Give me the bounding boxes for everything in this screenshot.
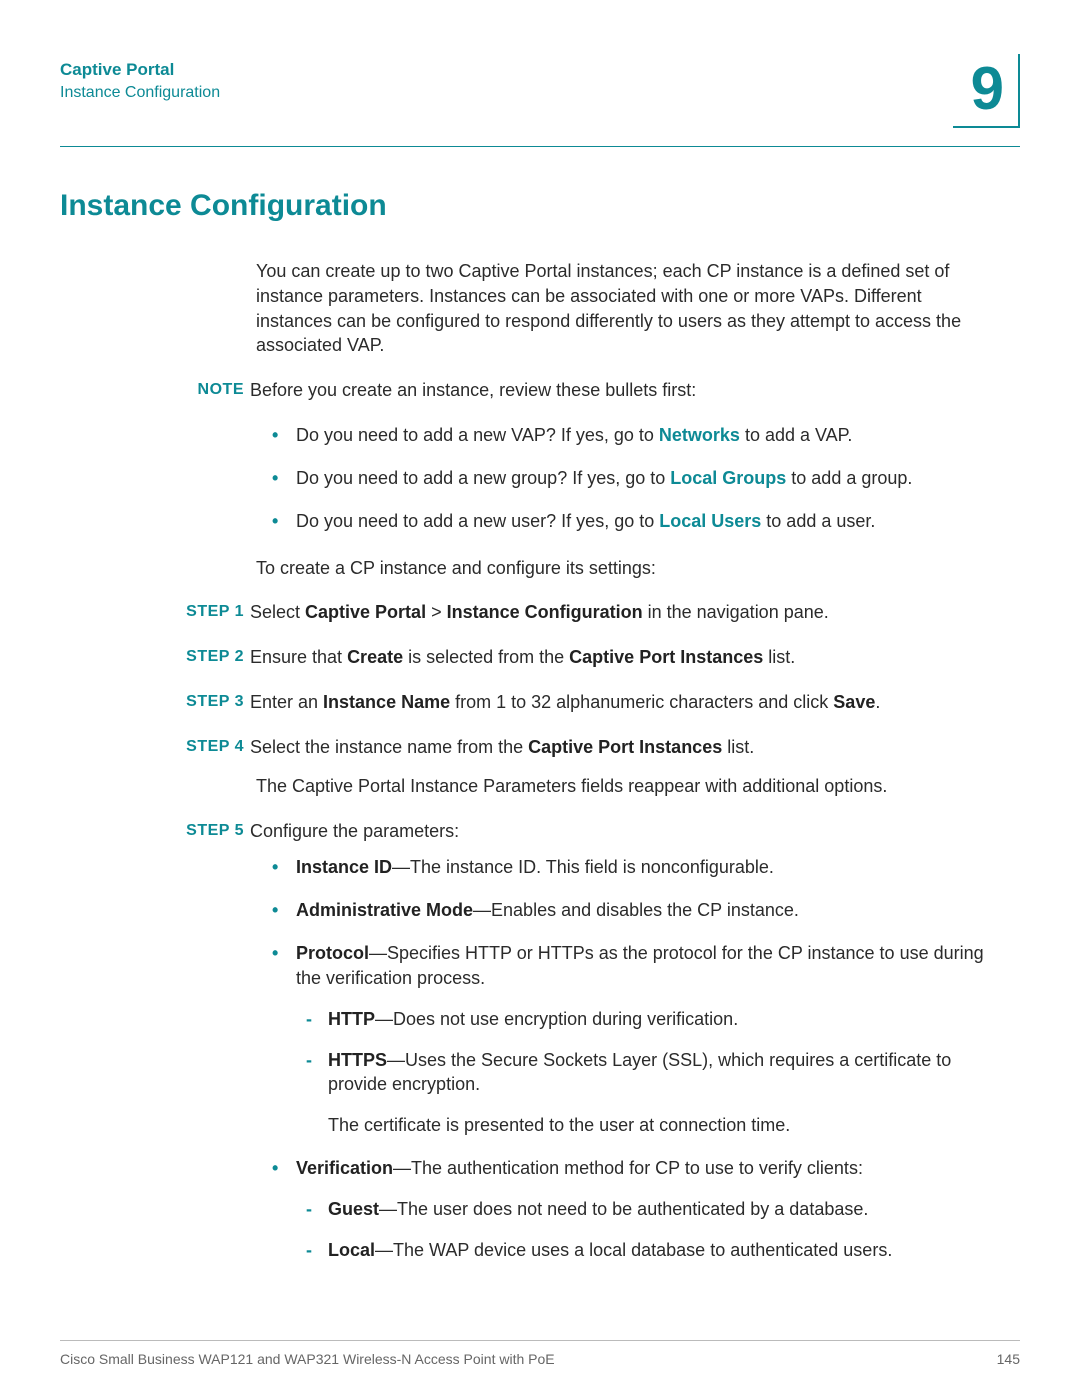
chapter-number-box: 9: [953, 54, 1020, 128]
list-item: Do you need to add a new group? If yes, …: [296, 466, 1000, 491]
param-text: —Uses the Secure Sockets Layer (SSL), wh…: [328, 1050, 951, 1095]
step-5: STEP 5 Configure the parameters:: [256, 819, 1000, 844]
step-text: Enter an: [250, 692, 323, 712]
bullet-text: Do you need to add a new user? If yes, g…: [296, 511, 659, 531]
step-body: Enter an Instance Name from 1 to 32 alph…: [250, 690, 880, 715]
cert-note: The certificate is presented to the user…: [296, 1113, 1000, 1138]
step-text: list.: [722, 737, 754, 757]
note-label: NOTE: [160, 378, 250, 403]
page-header: Captive Portal Instance Configuration 9: [60, 54, 1020, 128]
page-footer: Cisco Small Business WAP121 and WAP321 W…: [60, 1340, 1020, 1367]
step-2: STEP 2 Ensure that Create is selected fr…: [256, 645, 1000, 670]
list-item: Local—The WAP device uses a local databa…: [328, 1238, 1000, 1263]
list-item: Verification—The authentication method f…: [296, 1156, 1000, 1262]
content-body: You can create up to two Captive Portal …: [256, 259, 1000, 1263]
header-divider: [60, 146, 1020, 147]
bold-text: Verification: [296, 1158, 393, 1178]
chapter-number: 9: [971, 59, 1004, 119]
step-label: STEP 1: [160, 600, 250, 625]
bold-text: HTTP: [328, 1009, 375, 1029]
list-item: HTTP—Does not use encryption during veri…: [328, 1007, 1000, 1032]
dash-list: HTTP—Does not use encryption during veri…: [296, 1007, 1000, 1097]
link-networks[interactable]: Networks: [659, 425, 740, 445]
step-4: STEP 4 Select the instance name from the…: [256, 735, 1000, 760]
list-item: Do you need to add a new VAP? If yes, go…: [296, 423, 1000, 448]
section-subtitle: Instance Configuration: [60, 84, 220, 102]
step-1: STEP 1 Select Captive Portal > Instance …: [256, 600, 1000, 625]
bold-text: Administrative Mode: [296, 900, 473, 920]
footer-title: Cisco Small Business WAP121 and WAP321 W…: [60, 1351, 555, 1367]
step-label: STEP 3: [160, 690, 250, 715]
dash-list: Guest—The user does not need to be authe…: [296, 1197, 1000, 1263]
step-text: >: [426, 602, 447, 622]
bold-text: Local: [328, 1240, 375, 1260]
step-4-extra: The Captive Portal Instance Parameters f…: [256, 774, 1000, 799]
param-text: —The user does not need to be authentica…: [379, 1199, 868, 1219]
bold-text: Instance Configuration: [447, 602, 643, 622]
list-item: Do you need to add a new user? If yes, g…: [296, 509, 1000, 534]
link-local-users[interactable]: Local Users: [659, 511, 761, 531]
bold-text: HTTPS: [328, 1050, 387, 1070]
footer-page-number: 145: [997, 1351, 1020, 1367]
bullet-text: to add a user.: [761, 511, 875, 531]
note-bullet-list: Do you need to add a new VAP? If yes, go…: [256, 423, 1000, 533]
step-text: .: [875, 692, 880, 712]
step-label: STEP 2: [160, 645, 250, 670]
chapter-title: Captive Portal: [60, 60, 220, 80]
create-intro: To create a CP instance and configure it…: [256, 556, 1000, 581]
bold-text: Captive Port Instances: [569, 647, 763, 667]
step-text: Select: [250, 602, 305, 622]
bold-text: Instance Name: [323, 692, 450, 712]
step-label: STEP 5: [160, 819, 250, 844]
parameter-list: Instance ID—The instance ID. This field …: [256, 855, 1000, 1262]
step-text: from 1 to 32 alphanumeric characters and…: [450, 692, 833, 712]
step-label: STEP 4: [160, 735, 250, 760]
bold-text: Instance ID: [296, 857, 392, 877]
step-body: Configure the parameters:: [250, 819, 459, 844]
list-item: Instance ID—The instance ID. This field …: [296, 855, 1000, 880]
step-text: Select the instance name from the: [250, 737, 528, 757]
param-text: —The WAP device uses a local database to…: [375, 1240, 892, 1260]
bold-text: Captive Port Instances: [528, 737, 722, 757]
step-body: Ensure that Create is selected from the …: [250, 645, 795, 670]
param-text: —Does not use encryption during verifica…: [375, 1009, 738, 1029]
list-item: Administrative Mode—Enables and disables…: [296, 898, 1000, 923]
note-block: NOTE Before you create an instance, revi…: [256, 378, 1000, 403]
bold-text: Guest: [328, 1199, 379, 1219]
param-text: —Specifies HTTP or HTTPs as the protocol…: [296, 943, 984, 988]
header-left: Captive Portal Instance Configuration: [60, 54, 220, 102]
bullet-text: Do you need to add a new group? If yes, …: [296, 468, 670, 488]
step-text: in the navigation pane.: [643, 602, 829, 622]
bold-text: Create: [347, 647, 403, 667]
link-local-groups[interactable]: Local Groups: [670, 468, 786, 488]
bold-text: Save: [833, 692, 875, 712]
step-body: Select the instance name from the Captiv…: [250, 735, 754, 760]
list-item: Guest—The user does not need to be authe…: [328, 1197, 1000, 1222]
step-3: STEP 3 Enter an Instance Name from 1 to …: [256, 690, 1000, 715]
step-body: Select Captive Portal > Instance Configu…: [250, 600, 829, 625]
bold-text: Captive Portal: [305, 602, 426, 622]
step-text: list.: [763, 647, 795, 667]
param-text: —The authentication method for CP to use…: [393, 1158, 863, 1178]
list-item: Protocol—Specifies HTTP or HTTPs as the …: [296, 941, 1000, 1138]
page: Captive Portal Instance Configuration 9 …: [0, 0, 1080, 1263]
step-text: is selected from the: [403, 647, 569, 667]
step-text: Ensure that: [250, 647, 347, 667]
param-text: —Enables and disables the CP instance.: [473, 900, 799, 920]
bullet-text: Do you need to add a new VAP? If yes, go…: [296, 425, 659, 445]
intro-paragraph: You can create up to two Captive Portal …: [256, 259, 1000, 358]
list-item: HTTPS—Uses the Secure Sockets Layer (SSL…: [328, 1048, 1000, 1098]
bullet-text: to add a group.: [786, 468, 912, 488]
main-heading: Instance Configuration: [60, 189, 1020, 223]
bold-text: Protocol: [296, 943, 369, 963]
param-text: —The instance ID. This field is nonconfi…: [392, 857, 774, 877]
note-text: Before you create an instance, review th…: [250, 378, 696, 403]
bullet-text: to add a VAP.: [740, 425, 852, 445]
